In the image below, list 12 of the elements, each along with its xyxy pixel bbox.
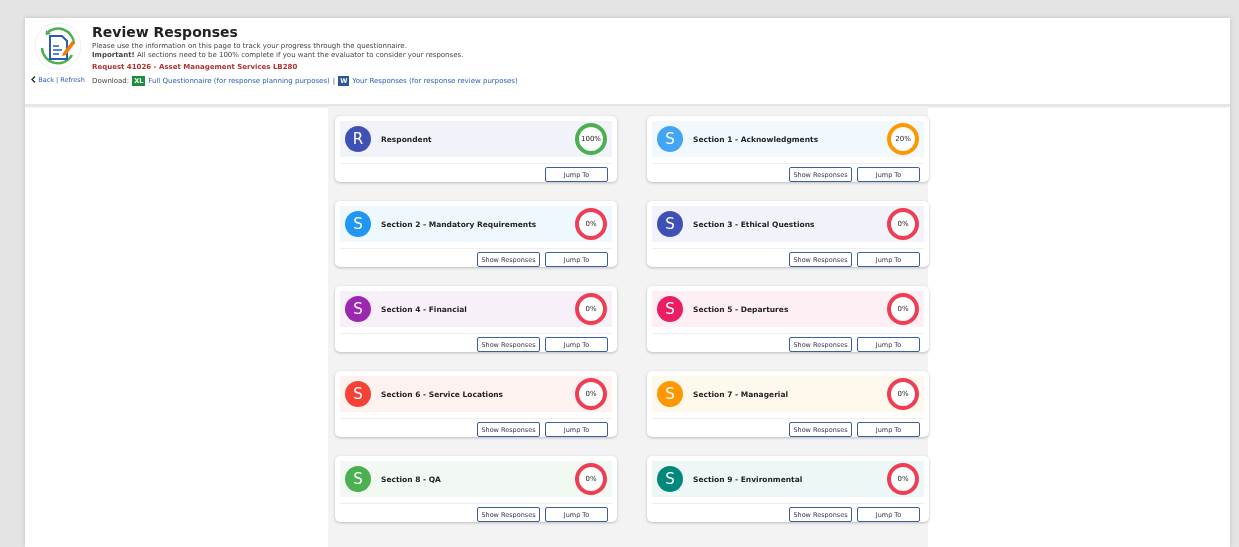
section-avatar: S xyxy=(345,211,371,237)
section-avatar: S xyxy=(657,296,683,322)
section-avatar: S xyxy=(657,466,683,492)
section-avatar: S xyxy=(345,381,371,407)
section-avatar: S xyxy=(657,211,683,237)
section-avatar: S xyxy=(657,381,683,407)
page-title: Review Responses xyxy=(92,24,239,40)
document-edit-icon xyxy=(34,22,82,70)
section-avatar: S xyxy=(345,466,371,492)
section-avatar: R xyxy=(345,126,371,152)
section-avatar: S xyxy=(345,296,371,322)
section-avatar: S xyxy=(657,126,683,152)
